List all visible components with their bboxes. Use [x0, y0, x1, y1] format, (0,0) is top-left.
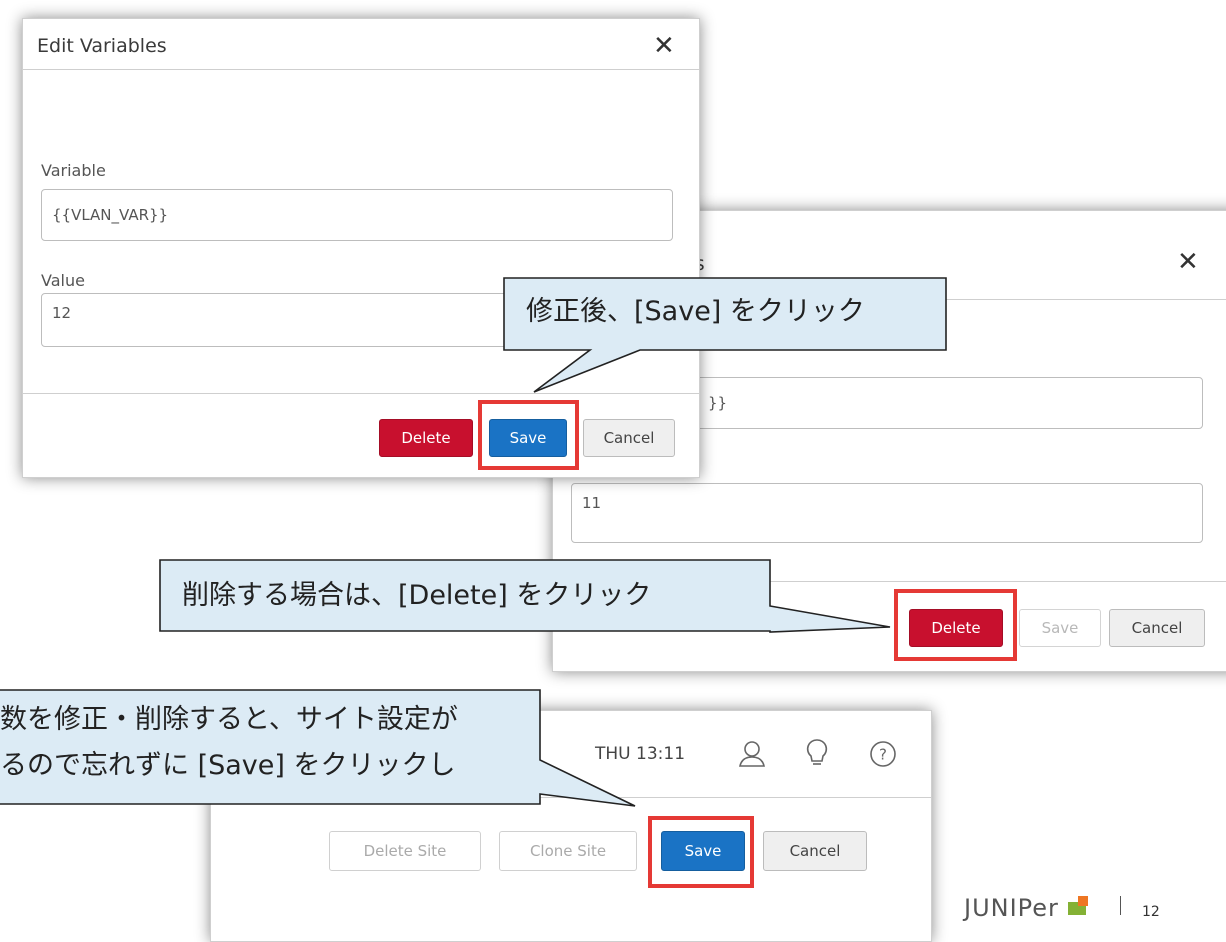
logo-mark-accent	[1078, 896, 1088, 906]
juniper-logo: JUNIPer	[964, 894, 1059, 922]
callout-save-dialog-text: 修正後、[Save] をクリック	[526, 296, 865, 327]
callout-site-text-line2: るので忘れずに [Save] をクリックし	[0, 750, 456, 781]
footer-divider	[1120, 896, 1121, 915]
callout-delete-text: 削除する場合は、[Delete] をクリック	[182, 580, 652, 611]
callout-site-text-line1: 数を修正・削除すると、サイト設定が	[0, 704, 458, 735]
page-number: 12	[1142, 904, 1160, 920]
